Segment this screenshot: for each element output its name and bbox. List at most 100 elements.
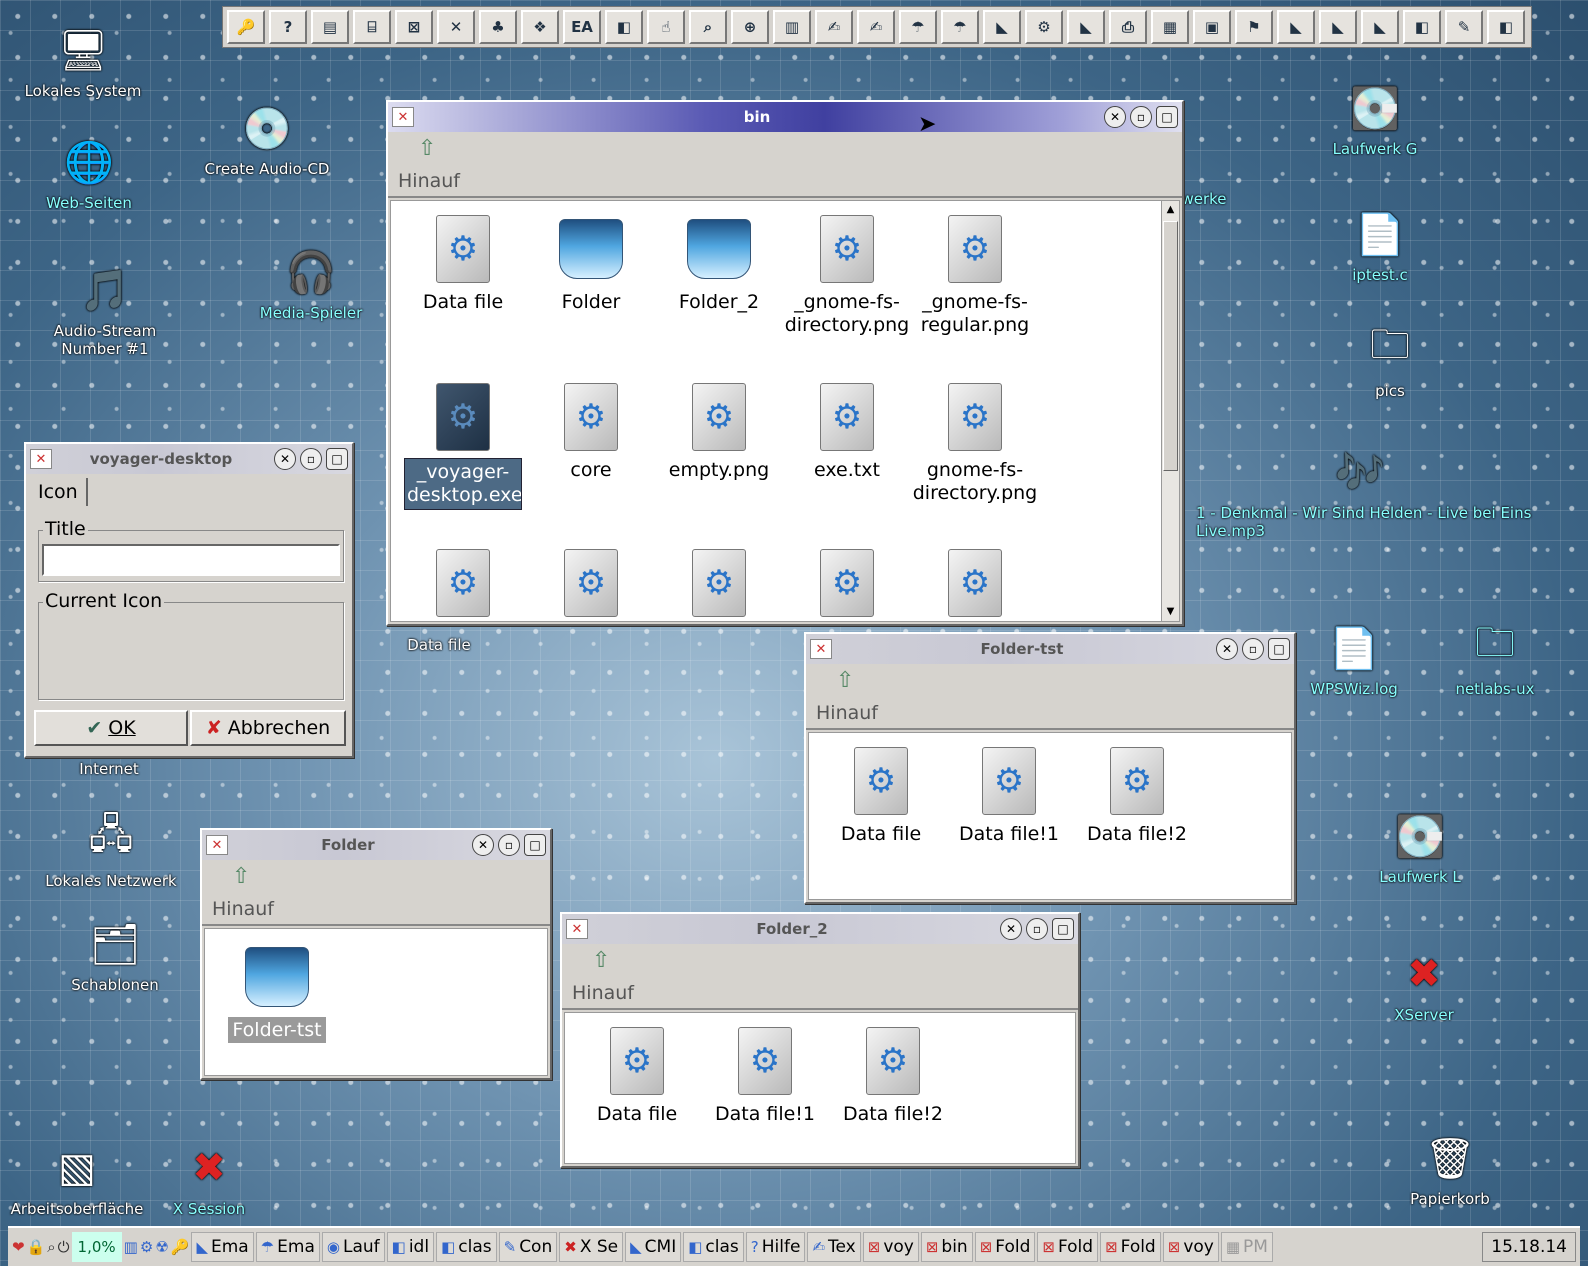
heart-icon[interactable]: ❤: [12, 1238, 25, 1256]
desktop-icon-lokales-netzwerk[interactable]: 🖧 Lokales Netzwerk: [36, 812, 186, 890]
task-button[interactable]: ⊠ voy: [862, 1232, 919, 1262]
maximize-icon[interactable]: □: [524, 834, 546, 856]
task-button[interactable]: ◣ Ema: [191, 1232, 254, 1262]
maximize-icon[interactable]: □: [1268, 638, 1290, 660]
file-item[interactable]: ⚙ _gnome-fs-directory.png: [783, 213, 911, 337]
dialog-titlebar[interactable]: ✕ voyager-desktop ✕ ▫ □: [26, 444, 352, 474]
up-button[interactable]: Hinauf: [816, 702, 878, 724]
folder-titlebar[interactable]: ✕ Folder ✕ ▫ □: [202, 830, 550, 860]
toolbar-btn-8[interactable]: ❖: [521, 10, 559, 44]
toolbar-btn-11[interactable]: ☝: [647, 10, 685, 44]
minimize-icon[interactable]: ▫: [498, 834, 520, 856]
folder-item[interactable]: Folder_2: [655, 213, 783, 314]
scroll-up-icon[interactable]: ▲: [1162, 201, 1179, 219]
minimize-icon[interactable]: ▫: [300, 448, 322, 470]
desktop-icon-audio-stream[interactable]: 🎵 Audio-Stream Number #1: [30, 262, 180, 359]
close-icon[interactable]: ✕: [1104, 106, 1126, 128]
up-arrow-icon[interactable]: ⇧: [232, 864, 250, 889]
tray-icon-4[interactable]: 🔑: [171, 1238, 190, 1256]
task-button[interactable]: ✎ Con: [498, 1232, 558, 1262]
file-item-selected[interactable]: ⚙ _voyager-desktop.exe: [399, 381, 527, 510]
task-button[interactable]: ⊠ bin: [920, 1232, 973, 1262]
maximize-icon[interactable]: □: [1156, 106, 1178, 128]
desktop-icon-laufwerk-g[interactable]: 💽 Laufwerk G: [1300, 80, 1450, 159]
toolbar-btn-31[interactable]: ◧: [1487, 10, 1525, 44]
ok-button[interactable]: ✔ OK: [34, 710, 188, 746]
toolbar-btn-16[interactable]: ✍: [857, 10, 895, 44]
task-button[interactable]: ⊠ Fold: [1100, 1232, 1161, 1262]
printer-icon[interactable]: ⎙: [1109, 10, 1147, 44]
system-menu-icon[interactable]: ✕: [392, 107, 414, 127]
file-item[interactable]: ⚙ exe.txt: [783, 381, 911, 482]
toolbar-btn-ea[interactable]: EA: [563, 10, 601, 44]
toolbar-btn-19[interactable]: ◣: [983, 10, 1021, 44]
folder-icon[interactable]: ◧: [605, 10, 643, 44]
monitor-icon[interactable]: ▣: [1193, 10, 1231, 44]
tray-icon-2[interactable]: ⚙: [140, 1238, 153, 1256]
file-item[interactable]: ⚙ _gnome-fs-regular.png: [911, 213, 1039, 337]
close-icon[interactable]: ✕: [1216, 638, 1238, 660]
file-item[interactable]: ⚙ Data file!2: [829, 1025, 957, 1126]
tab-icon[interactable]: Icon: [30, 478, 88, 506]
toolbar-btn-5[interactable]: ⊠: [395, 10, 433, 44]
task-button[interactable]: ◧ idl: [386, 1232, 435, 1262]
tray-icon-3[interactable]: ☢: [155, 1238, 168, 1256]
up-arrow-icon[interactable]: ⇧: [592, 948, 610, 973]
system-menu-icon[interactable]: ✕: [30, 449, 52, 469]
file-item[interactable]: ⚙ Data file!1: [701, 1025, 829, 1126]
toolbar-btn-25[interactable]: ⚑: [1235, 10, 1273, 44]
minimize-icon[interactable]: ▫: [1242, 638, 1264, 660]
file-item[interactable]: ⚙ core: [527, 381, 655, 482]
minimize-icon[interactable]: ▫: [1130, 106, 1152, 128]
toolbar-btn-13[interactable]: ⊕: [731, 10, 769, 44]
desktop-icon-x-session[interactable]: ✖ X Session: [134, 1140, 284, 1218]
toolbar-btn-4[interactable]: ⌸: [353, 10, 391, 44]
toolbar-btn-21[interactable]: ◣: [1067, 10, 1105, 44]
search-icon[interactable]: ⌕: [47, 1238, 55, 1256]
toolbar-btn-30[interactable]: ✎: [1445, 10, 1483, 44]
close-icon[interactable]: ✕: [274, 448, 296, 470]
toolbar-btn-27[interactable]: ◣: [1319, 10, 1357, 44]
task-button[interactable]: ◉ Lauf: [321, 1232, 385, 1262]
maximize-icon[interactable]: □: [326, 448, 348, 470]
desktop-icon-mp3[interactable]: 🎶 1 - Denkmal - Wir Sind Helden - Live be…: [1196, 444, 1582, 541]
desktop-icon-media-spieler[interactable]: 🎧 Media-Spieler: [236, 244, 386, 323]
task-button[interactable]: ⊠ voy: [1162, 1232, 1219, 1262]
toolbar-btn-15[interactable]: ✍: [815, 10, 853, 44]
file-item[interactable]: ⚙: [527, 547, 655, 621]
toolbar-btn-20[interactable]: ⚙: [1025, 10, 1063, 44]
tray-icon-1[interactable]: ▥: [124, 1238, 138, 1256]
close-icon[interactable]: ✕: [1000, 918, 1022, 940]
file-item[interactable]: ⚙: [399, 547, 527, 621]
file-item[interactable]: ⚙ Data file: [817, 745, 945, 846]
file-item[interactable]: ⚙ Data file!1: [945, 745, 1073, 846]
task-button[interactable]: ✍ Tex: [807, 1232, 861, 1262]
desktop-icon-data-file[interactable]: Data file: [364, 636, 514, 654]
folder-item[interactable]: Folder: [527, 213, 655, 314]
file-item[interactable]: ⚙ Data file: [399, 213, 527, 314]
search-icon[interactable]: ⌕: [689, 10, 727, 44]
toolbar-btn-23[interactable]: ▦: [1151, 10, 1189, 44]
desktop-icon-internet[interactable]: Internet: [34, 760, 184, 778]
task-button[interactable]: ⊠ Fold: [1037, 1232, 1099, 1262]
desktop-icon-netlabs-ux[interactable]: 🗀 netlabs-ux: [1440, 620, 1550, 698]
maximize-icon[interactable]: □: [1052, 918, 1074, 940]
desktop-icon-pics[interactable]: 🗀 pics: [1320, 322, 1460, 400]
toolbar-btn-7[interactable]: ♣: [479, 10, 517, 44]
system-menu-icon[interactable]: ✕: [810, 639, 832, 659]
close-icon[interactable]: ✕: [472, 834, 494, 856]
task-button[interactable]: ▦ PM: [1220, 1232, 1273, 1262]
desktop-icon-create-audio-cd[interactable]: 💿 Create Audio-CD: [192, 100, 342, 179]
toolbar-btn-26[interactable]: ◣: [1277, 10, 1315, 44]
scroll-thumb[interactable]: [1163, 221, 1178, 471]
scroll-down-icon[interactable]: ▼: [1162, 603, 1179, 621]
toolbar-btn-18[interactable]: ☂: [941, 10, 979, 44]
system-menu-icon[interactable]: ✕: [206, 835, 228, 855]
folder-item-selected[interactable]: Folder-tst: [213, 941, 341, 1043]
close-icon[interactable]: ✕: [437, 10, 475, 44]
toolbar-btn-3[interactable]: ▤: [311, 10, 349, 44]
task-button[interactable]: ? Hilfe: [745, 1232, 806, 1262]
file-item[interactable]: ⚙ Data file: [573, 1025, 701, 1126]
system-menu-icon[interactable]: ✕: [566, 919, 588, 939]
folder-2-titlebar[interactable]: ✕ Folder_2 ✕ ▫ □: [562, 914, 1078, 944]
